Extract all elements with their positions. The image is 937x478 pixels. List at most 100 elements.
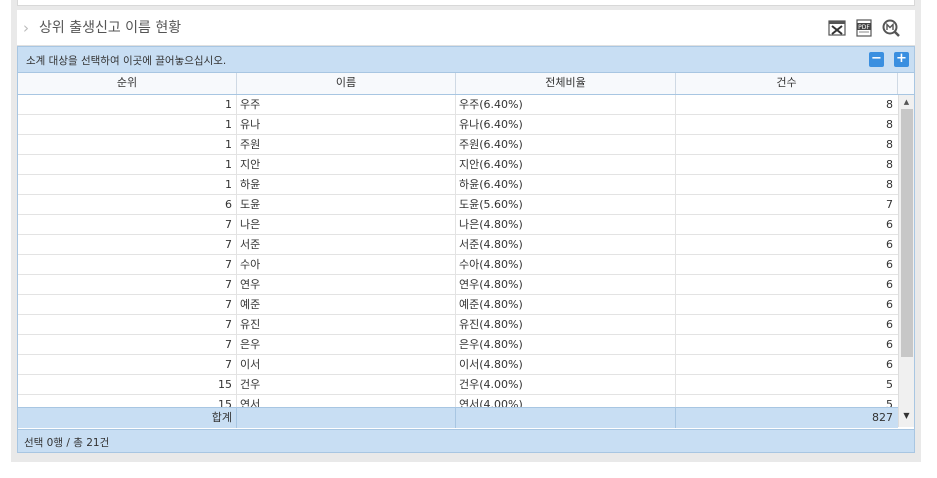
count-cell[interactable]: 5 bbox=[676, 395, 898, 407]
ratio-cell[interactable]: 지안(6.40%) bbox=[456, 155, 676, 175]
summary-label: 합계 bbox=[18, 408, 237, 428]
ratio-cell[interactable]: 유진(4.80%) bbox=[456, 315, 676, 335]
rank-cell[interactable]: 7 bbox=[18, 255, 237, 275]
count-cell[interactable]: 8 bbox=[676, 175, 898, 195]
ratio-cell[interactable]: 나은(4.80%) bbox=[456, 215, 676, 235]
excel-export-icon[interactable] bbox=[827, 18, 847, 38]
table-row[interactable]: 7 유진 유진(4.80%) 6 bbox=[18, 315, 898, 335]
table-row[interactable]: 7 수아 수아(4.80%) 6 bbox=[18, 255, 898, 275]
rank-cell[interactable]: 6 bbox=[18, 195, 237, 215]
name-cell[interactable]: 은우 bbox=[237, 335, 456, 355]
summary-empty-cell bbox=[456, 408, 676, 428]
ratio-cell[interactable]: 은우(4.80%) bbox=[456, 335, 676, 355]
count-cell[interactable]: 6 bbox=[676, 215, 898, 235]
panel-header: › 상위 출생신고 이름 현황 PDF bbox=[17, 10, 915, 46]
ratio-cell[interactable]: 유나(6.40%) bbox=[456, 115, 676, 135]
name-cell[interactable]: 도윤 bbox=[237, 195, 456, 215]
name-cell[interactable]: 예준 bbox=[237, 295, 456, 315]
count-cell[interactable]: 7 bbox=[676, 195, 898, 215]
count-cell[interactable]: 6 bbox=[676, 235, 898, 255]
count-cell[interactable]: 8 bbox=[676, 155, 898, 175]
name-cell[interactable]: 주원 bbox=[237, 135, 456, 155]
rank-cell[interactable]: 7 bbox=[18, 355, 237, 375]
ratio-cell[interactable]: 하윤(6.40%) bbox=[456, 175, 676, 195]
count-cell[interactable]: 8 bbox=[676, 115, 898, 135]
rank-cell[interactable]: 1 bbox=[18, 115, 237, 135]
table-row[interactable]: 15 건우 건우(4.00%) 5 bbox=[18, 375, 898, 395]
count-cell[interactable]: 6 bbox=[676, 315, 898, 335]
rank-cell[interactable]: 1 bbox=[18, 135, 237, 155]
pdf-export-icon[interactable]: PDF bbox=[854, 18, 874, 38]
scroll-down-arrow-icon[interactable]: ▼ bbox=[899, 409, 914, 423]
table-row[interactable]: 7 나은 나은(4.80%) 6 bbox=[18, 215, 898, 235]
table-row[interactable]: 1 유나 유나(6.40%) 8 bbox=[18, 115, 898, 135]
rank-cell[interactable]: 7 bbox=[18, 275, 237, 295]
name-cell[interactable]: 지안 bbox=[237, 155, 456, 175]
table-row[interactable]: 15 연서 연서(4.00%) 5 bbox=[18, 395, 898, 407]
ratio-cell[interactable]: 예준(4.80%) bbox=[456, 295, 676, 315]
count-cell[interactable]: 6 bbox=[676, 355, 898, 375]
column-header-name[interactable]: 이름 bbox=[237, 73, 456, 94]
count-cell[interactable]: 6 bbox=[676, 335, 898, 355]
ratio-cell[interactable]: 이서(4.80%) bbox=[456, 355, 676, 375]
table-row[interactable]: 1 우주 우주(6.40%) 8 bbox=[18, 95, 898, 115]
name-cell[interactable]: 연서 bbox=[237, 395, 456, 407]
count-cell[interactable]: 8 bbox=[676, 135, 898, 155]
column-header-rank[interactable]: 순위 bbox=[18, 73, 237, 94]
ratio-cell[interactable]: 우주(6.40%) bbox=[456, 95, 676, 115]
collapse-button[interactable]: − bbox=[869, 52, 884, 67]
svg-text:PDF: PDF bbox=[858, 24, 870, 31]
table-row[interactable]: 7 이서 이서(4.80%) 6 bbox=[18, 355, 898, 375]
name-cell[interactable]: 우주 bbox=[237, 95, 456, 115]
magnify-icon[interactable] bbox=[881, 18, 901, 38]
ratio-cell[interactable]: 서준(4.80%) bbox=[456, 235, 676, 255]
rank-cell[interactable]: 1 bbox=[18, 155, 237, 175]
ratio-cell[interactable]: 연우(4.80%) bbox=[456, 275, 676, 295]
scroll-thumb[interactable] bbox=[901, 109, 913, 357]
scroll-up-arrow-icon[interactable]: ▲ bbox=[899, 95, 914, 109]
ratio-cell[interactable]: 주원(6.40%) bbox=[456, 135, 676, 155]
ratio-cell[interactable]: 수아(4.80%) bbox=[456, 255, 676, 275]
table-row[interactable]: 1 하윤 하윤(6.40%) 8 bbox=[18, 175, 898, 195]
ratio-cell[interactable]: 도윤(5.60%) bbox=[456, 195, 676, 215]
count-cell[interactable]: 6 bbox=[676, 255, 898, 275]
rank-cell[interactable]: 15 bbox=[18, 375, 237, 395]
rank-cell[interactable]: 7 bbox=[18, 295, 237, 315]
name-cell[interactable]: 유진 bbox=[237, 315, 456, 335]
count-cell[interactable]: 5 bbox=[676, 375, 898, 395]
column-header-ratio[interactable]: 전체비율 bbox=[456, 73, 676, 94]
rank-cell[interactable]: 15 bbox=[18, 395, 237, 407]
count-cell[interactable]: 6 bbox=[676, 295, 898, 315]
table-row[interactable]: 1 주원 주원(6.40%) 8 bbox=[18, 135, 898, 155]
rank-cell[interactable]: 7 bbox=[18, 315, 237, 335]
group-drop-area[interactable]: 소계 대상을 선택하여 이곳에 끌어놓으십시오. − + bbox=[18, 47, 914, 73]
table-row[interactable]: 7 예준 예준(4.80%) 6 bbox=[18, 295, 898, 315]
rank-cell[interactable]: 7 bbox=[18, 235, 237, 255]
name-cell[interactable]: 이서 bbox=[237, 355, 456, 375]
summary-row: 합계 827 bbox=[18, 407, 898, 428]
table-row[interactable]: 7 서준 서준(4.80%) 6 bbox=[18, 235, 898, 255]
ratio-cell[interactable]: 연서(4.00%) bbox=[456, 395, 676, 407]
name-cell[interactable]: 유나 bbox=[237, 115, 456, 135]
expand-button[interactable]: + bbox=[894, 52, 909, 67]
name-cell[interactable]: 건우 bbox=[237, 375, 456, 395]
table-row[interactable]: 7 연우 연우(4.80%) 6 bbox=[18, 275, 898, 295]
table-row[interactable]: 6 도윤 도윤(5.60%) 7 bbox=[18, 195, 898, 215]
table-row[interactable]: 7 은우 은우(4.80%) 6 bbox=[18, 335, 898, 355]
column-header-count[interactable]: 건수 bbox=[676, 73, 898, 94]
vertical-scrollbar[interactable]: ▲ ▼ bbox=[898, 95, 914, 427]
name-cell[interactable]: 수아 bbox=[237, 255, 456, 275]
count-cell[interactable]: 8 bbox=[676, 95, 898, 115]
name-cell[interactable]: 나은 bbox=[237, 215, 456, 235]
rank-cell[interactable]: 7 bbox=[18, 215, 237, 235]
rank-cell[interactable]: 7 bbox=[18, 335, 237, 355]
rank-cell[interactable]: 1 bbox=[18, 175, 237, 195]
name-cell[interactable]: 하윤 bbox=[237, 175, 456, 195]
ratio-cell[interactable]: 건우(4.00%) bbox=[456, 375, 676, 395]
data-grid: 소계 대상을 선택하여 이곳에 끌어놓으십시오. − + 순위 이름 전체비율 … bbox=[17, 46, 915, 453]
table-row[interactable]: 1 지안 지안(6.40%) 8 bbox=[18, 155, 898, 175]
count-cell[interactable]: 6 bbox=[676, 275, 898, 295]
rank-cell[interactable]: 1 bbox=[18, 95, 237, 115]
name-cell[interactable]: 연우 bbox=[237, 275, 456, 295]
name-cell[interactable]: 서준 bbox=[237, 235, 456, 255]
